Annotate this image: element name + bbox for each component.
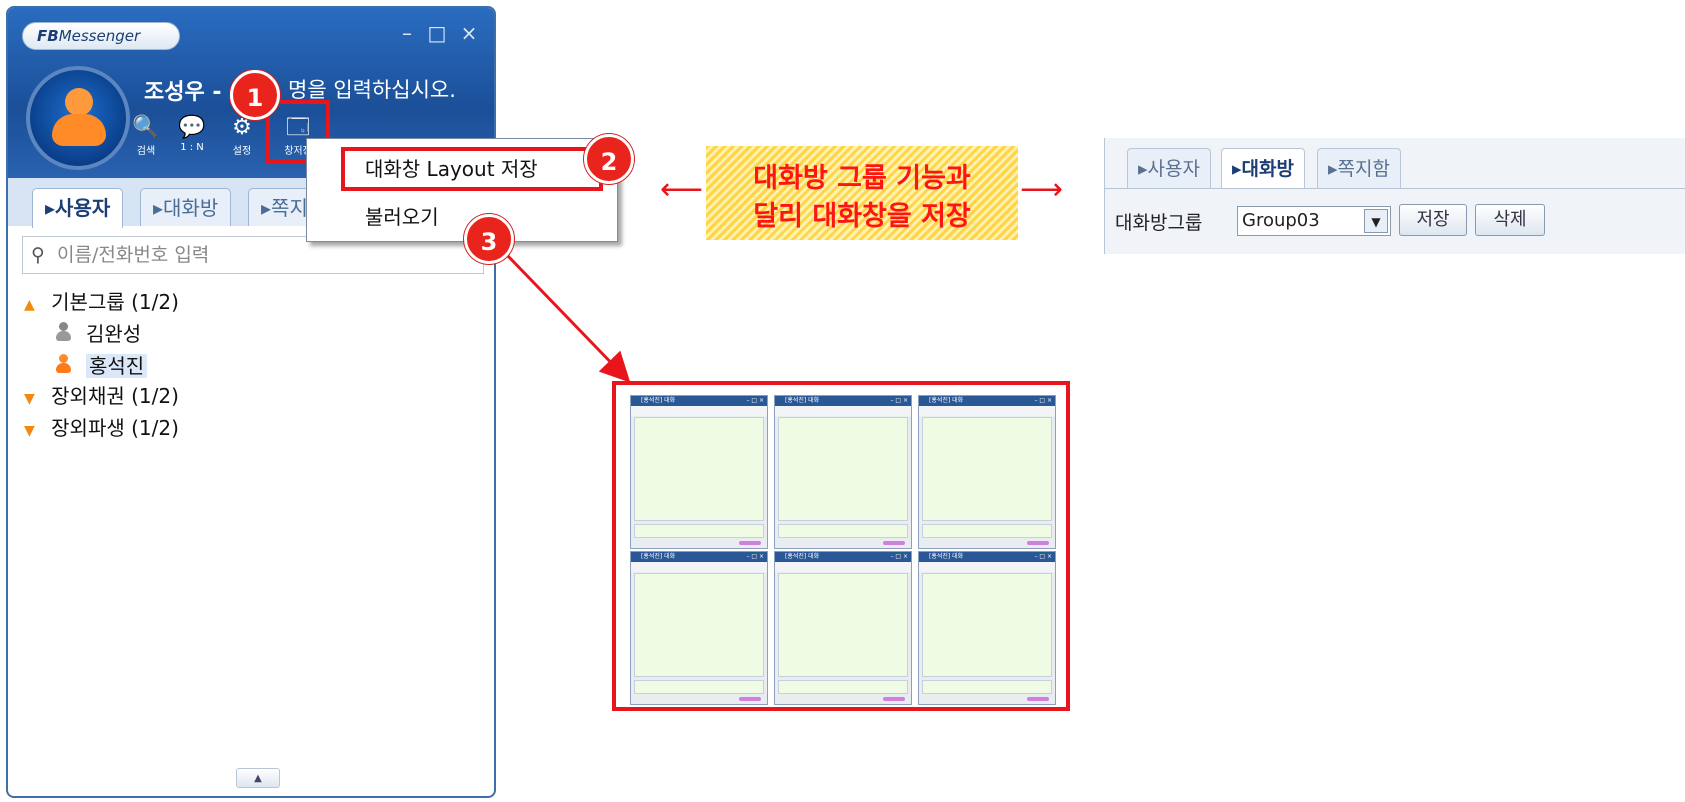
step-badge-1: 1 [230, 70, 280, 120]
chat-window-thumbnail: [홍석진] 대화 – □ × [918, 395, 1056, 549]
avatar-head-icon [65, 88, 93, 116]
chat-window-thumbnail: [홍석진] 대화 – □ × [918, 551, 1056, 705]
group-header-basic[interactable]: ▲ 기본그룹 (1/2) [24, 286, 179, 315]
user-name: 조성우 - [144, 80, 222, 105]
chevron-down-icon: ▼ [24, 423, 35, 439]
saved-layout-preview: [홍석진] 대화 – □ × [홍석진] 대화 – □ × [홍석진] 대화 – □ … [612, 381, 1070, 711]
menu-item-load[interactable]: 불러오기 [365, 201, 439, 230]
delete-button[interactable]: 삭제 [1475, 204, 1545, 236]
messenger-window: FBMessenger – □ × 조성우 - 명을 입력하십시오. 🔍 검색 … [6, 6, 496, 798]
rtab-notes[interactable]: ▸쪽지함 [1317, 148, 1401, 188]
rtab-users[interactable]: ▸사용자 [1127, 148, 1211, 188]
group-header-bonds[interactable]: ▼ 장외채권 (1/2) [24, 380, 179, 409]
collapse-button[interactable]: ▲ [236, 768, 280, 788]
chat-window-thumbnail: [홍석진] 대화 – □ × [630, 551, 768, 705]
arrow-right-icon: ⟶ [1020, 172, 1064, 207]
search-tool-button[interactable]: 🔍 검색 [126, 114, 166, 157]
search-icon: ⚲ [31, 244, 45, 266]
chevron-up-icon: ▲ [24, 297, 35, 313]
chat-icon: 💬 [178, 115, 206, 140]
tab-users[interactable]: ▸사용자 [32, 188, 124, 228]
save-button[interactable]: 저장 [1399, 204, 1467, 236]
context-menu: 대화창 Layout 저장 불러오기 [306, 138, 618, 242]
rtab-chatrooms[interactable]: ▸대화방 [1221, 148, 1305, 188]
divider [1105, 188, 1685, 189]
person-offline-icon [56, 322, 71, 342]
contact-item[interactable]: 김완성 [56, 318, 141, 347]
menu-item-save-layout[interactable]: 대화창 Layout 저장 [341, 147, 603, 191]
chevron-down-icon[interactable]: ▼ [1364, 209, 1388, 233]
chat-window-thumbnail: [홍석진] 대화 – □ × [774, 551, 912, 705]
pointer-arrow [506, 254, 631, 383]
avatar-body-icon [52, 114, 106, 146]
tab-chatrooms[interactable]: ▸대화방 [140, 188, 232, 226]
chatroom-group-toolbar: ▸사용자 ▸대화방 ▸쪽지함 대화방그룹 Group03 ▼ 저장 삭제 [1104, 138, 1685, 254]
close-button[interactable]: × [458, 22, 480, 44]
chat-window-thumbnail: [홍석진] 대화 – □ × [774, 395, 912, 549]
maximize-button[interactable]: □ [426, 22, 448, 44]
search-icon: 🔍 [132, 115, 160, 140]
app-logo: FBMessenger [22, 22, 180, 50]
group-select[interactable]: Group03 ▼ [1237, 206, 1391, 236]
group-chat-tool-button[interactable]: 💬 1 : N [172, 114, 212, 153]
chat-window-thumbnail: [홍석진] 대화 – □ × [630, 395, 768, 549]
group-header-derivatives[interactable]: ▼ 장외파생 (1/2) [24, 412, 179, 441]
minimize-button[interactable]: – [396, 22, 418, 44]
group-label: 대화방그룹 [1115, 212, 1203, 234]
contact-item-selected[interactable]: 홍석진 [56, 350, 148, 379]
arrow-left-icon: ⟵ [660, 172, 704, 207]
step-badge-2: 2 [584, 134, 634, 184]
chevron-down-icon: ▼ [24, 391, 35, 407]
annotation-callout: 대화방 그룹 기능과 달리 대화창을 저장 [706, 146, 1018, 240]
settings-tool-button[interactable]: ⚙ 설정 [222, 114, 262, 157]
person-online-icon [56, 354, 71, 374]
avatar[interactable] [26, 66, 130, 170]
